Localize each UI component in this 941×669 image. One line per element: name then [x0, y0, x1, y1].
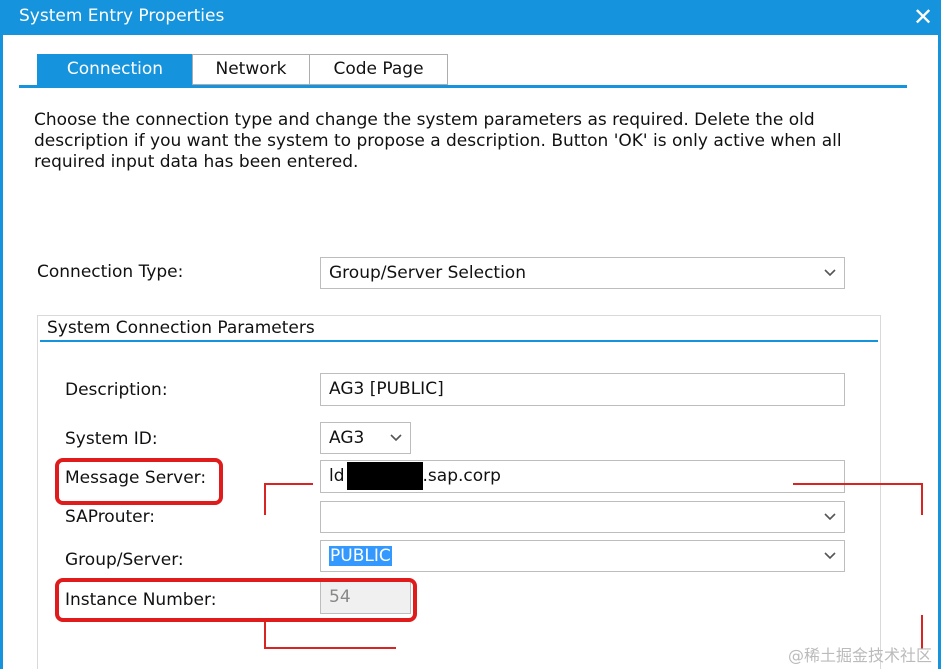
annotation-line — [921, 483, 923, 515]
redaction-box — [347, 462, 423, 490]
chevron-down-icon — [824, 502, 836, 532]
intro-text: Choose the connection type and change th… — [34, 110, 842, 172]
annotation-line — [793, 483, 923, 485]
chevron-down-icon — [824, 541, 836, 571]
annotation-line — [264, 647, 396, 649]
annotation-line — [264, 483, 313, 485]
system-id-select[interactable]: AG3 — [320, 422, 411, 454]
connection-type-label: Connection Type: — [37, 262, 184, 282]
system-id-value: AG3 — [329, 428, 365, 448]
system-id-label: System ID: — [65, 429, 158, 449]
annotation-line — [264, 483, 266, 515]
chevron-down-icon — [824, 258, 836, 288]
connection-type-value: Group/Server Selection — [329, 263, 526, 283]
description-label: Description: — [65, 380, 168, 400]
group-server-value: PUBLIC — [329, 546, 392, 566]
group-underline — [40, 340, 878, 342]
tab-network[interactable]: Network — [192, 54, 310, 85]
group-server-select[interactable]: PUBLIC — [320, 540, 845, 572]
description-input[interactable]: AG3 [PUBLIC] — [320, 373, 845, 406]
title-bar: System Entry Properties ✕ — [3, 0, 938, 35]
watermark: @稀土掘金技术社区 — [787, 646, 932, 665]
highlight-instance-number — [55, 578, 417, 622]
group-server-label: Group/Server: — [65, 550, 184, 570]
window-title: System Entry Properties — [19, 6, 225, 26]
group-title: System Connection Parameters — [47, 318, 315, 338]
message-server-suffix: .sap.corp — [422, 466, 501, 486]
message-server-prefix: ld — [329, 466, 345, 486]
annotation-line — [264, 622, 266, 648]
tab-underline — [19, 85, 907, 88]
close-icon[interactable]: ✕ — [910, 3, 936, 31]
dialog-window: System Entry Properties ✕ Connection Net… — [0, 0, 941, 669]
connection-type-select[interactable]: Group/Server Selection — [320, 257, 845, 289]
chevron-down-icon — [390, 423, 402, 453]
tab-connection[interactable]: Connection — [37, 54, 193, 85]
description-value: AG3 [PUBLIC] — [329, 379, 444, 399]
tab-code-page[interactable]: Code Page — [309, 54, 448, 85]
saprouter-label: SAProuter: — [65, 507, 156, 527]
highlight-message-server — [55, 458, 223, 505]
saprouter-select[interactable] — [320, 501, 845, 533]
